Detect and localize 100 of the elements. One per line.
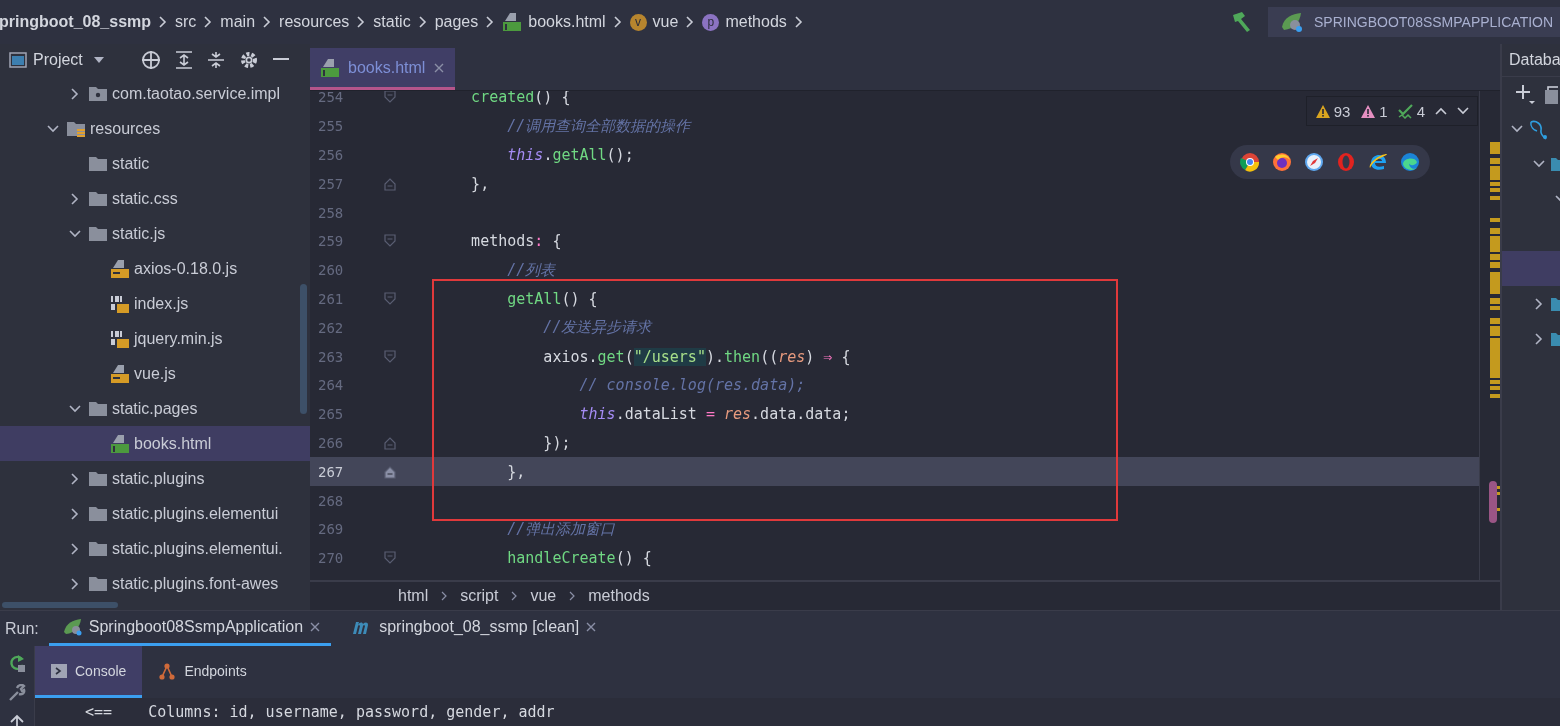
tree-item[interactable]: com.taotao.service.impl	[0, 76, 310, 111]
browser-icon[interactable]	[1400, 152, 1420, 172]
line-number: 270	[317, 550, 345, 567]
line-number: 269	[317, 521, 345, 538]
chevron-icon	[510, 590, 519, 602]
code-line: this.dataList = res.data.data;	[578, 405, 851, 424]
tree-item[interactable]: resources	[0, 111, 310, 146]
count-label: 1	[1379, 102, 1388, 120]
fold-marker-icon[interactable]	[384, 291, 396, 306]
tree-item[interactable]: static	[0, 146, 310, 181]
chevron-icon	[685, 15, 696, 29]
browser-icon[interactable]	[1272, 152, 1292, 172]
tree-item[interactable]: jquery.min.js	[0, 321, 310, 356]
spring-leaf-icon	[1280, 11, 1304, 33]
breadcrumb-item[interactable]: src	[175, 13, 197, 31]
line-number: 264	[317, 377, 345, 394]
js-file-icon	[110, 363, 130, 384]
collapse-all-icon[interactable]	[206, 50, 225, 70]
breadcrumb-item[interactable]: main	[220, 13, 256, 31]
code-line: // console.log(res.data);	[578, 376, 806, 395]
line-number: 255	[317, 118, 345, 135]
breadcrumb-item[interactable]: resources	[279, 13, 350, 31]
add-icon[interactable]	[1514, 83, 1536, 105]
fold-marker-icon[interactable]	[384, 349, 396, 364]
tree-item[interactable]: static.pages	[0, 391, 310, 426]
breadcrumb-item[interactable]: pringboot_08_ssmp	[0, 13, 152, 31]
html-file-icon	[502, 12, 523, 32]
tree-item[interactable]: static.plugins.elementui	[0, 496, 310, 531]
line-number: 260	[317, 262, 345, 279]
browser-icon[interactable]	[1368, 152, 1388, 172]
run-configuration-selector[interactable]: SPRINGBOOT08SSMPAPPLICATION	[1268, 7, 1560, 37]
compass-icon[interactable]	[1304, 152, 1324, 172]
panel-title[interactable]: Project	[33, 51, 83, 69]
tree-item[interactable]: vue.js	[0, 356, 310, 391]
settings-icon[interactable]	[238, 50, 259, 70]
tree-item[interactable]: static.css	[0, 181, 310, 216]
run-tab[interactable]: springboot_08_ssmp [clean]	[337, 611, 608, 646]
browser-icon[interactable]	[1240, 152, 1260, 172]
breadcrumb-item[interactable]: v vue	[629, 13, 679, 31]
fold-marker-icon[interactable]	[384, 464, 396, 479]
rerun-icon[interactable]	[8, 654, 26, 672]
run-label: Run:	[4, 619, 40, 638]
html-file-icon	[110, 433, 130, 454]
code-line: handleCreate() {	[506, 549, 652, 568]
line-number: 268	[317, 492, 345, 509]
arrow-down-icon[interactable]	[1457, 107, 1469, 115]
count-label: 93	[1333, 102, 1351, 120]
inspection-widget[interactable]: 93 1 4	[1305, 96, 1478, 126]
breadcrumb-item[interactable]: vue	[530, 587, 557, 605]
dropdown-caret-icon[interactable]	[92, 56, 105, 64]
code-line: axios.get("/users").then((res) ⇒ {	[542, 347, 851, 366]
panel-title[interactable]: Databa	[1502, 44, 1560, 77]
warning-icon	[1314, 103, 1331, 119]
scrollbar-thumb[interactable]	[300, 284, 307, 414]
breadcrumb-item[interactable]: p methods	[702, 13, 787, 31]
js-file-icon	[110, 328, 130, 349]
code-line: created() {	[470, 91, 571, 107]
minimize-icon[interactable]	[272, 58, 289, 62]
tree-item[interactable]: static.js	[0, 216, 310, 251]
breadcrumb-item[interactable]: books.html	[502, 12, 606, 32]
fold-marker-icon[interactable]	[384, 435, 396, 450]
fold-marker-icon[interactable]	[384, 234, 396, 249]
breadcrumb-item[interactable]: pages	[434, 13, 479, 31]
wrench-icon[interactable]	[8, 684, 26, 702]
tree-item[interactable]: static.plugins.font-awes	[0, 566, 310, 601]
tree-item[interactable]: index.js	[0, 286, 310, 321]
scrollbar-thumb[interactable]	[1489, 481, 1497, 523]
chevron-icon	[793, 15, 804, 29]
terminal-icon	[51, 663, 67, 678]
line-number: 259	[317, 233, 345, 250]
chevron-icon	[568, 590, 577, 602]
tree-item[interactable]: static.plugins	[0, 461, 310, 496]
spring-leaf-icon	[62, 618, 83, 636]
line-number: 265	[317, 406, 345, 423]
close-icon[interactable]	[433, 61, 446, 74]
code-line: },	[470, 174, 490, 193]
fold-marker-icon[interactable]	[384, 91, 396, 105]
breadcrumb-item[interactable]: static	[373, 13, 411, 31]
breadcrumb-item[interactable]: script	[460, 587, 499, 605]
line-number: 267	[317, 463, 345, 480]
console-tab[interactable]: Console	[35, 646, 143, 698]
crosshair-icon[interactable]	[140, 50, 161, 70]
scrollbar-thumb[interactable]	[2, 602, 118, 608]
breadcrumb-item[interactable]: html	[398, 587, 429, 605]
expand-all-icon[interactable]	[174, 50, 193, 70]
fold-marker-icon[interactable]	[384, 551, 396, 566]
copy-icon[interactable]	[1544, 84, 1558, 104]
breadcrumb-item[interactable]: methods	[588, 587, 650, 605]
arrow-up-icon[interactable]	[1435, 107, 1447, 115]
close-icon[interactable]	[585, 621, 598, 633]
js-file-icon	[110, 258, 130, 279]
tree-item[interactable]: books.html	[0, 426, 310, 461]
console-tab[interactable]: Endpoints	[142, 646, 263, 698]
close-icon[interactable]	[309, 621, 322, 633]
code-line: //调用查询全部数据的操作	[506, 116, 691, 136]
fold-marker-icon[interactable]	[384, 176, 396, 191]
chevron-icon	[203, 15, 214, 29]
tree-item[interactable]: axios-0.18.0.js	[0, 251, 310, 286]
tree-item[interactable]: static.plugins.elementui.	[0, 531, 310, 566]
line-number: 256	[317, 147, 345, 163]
